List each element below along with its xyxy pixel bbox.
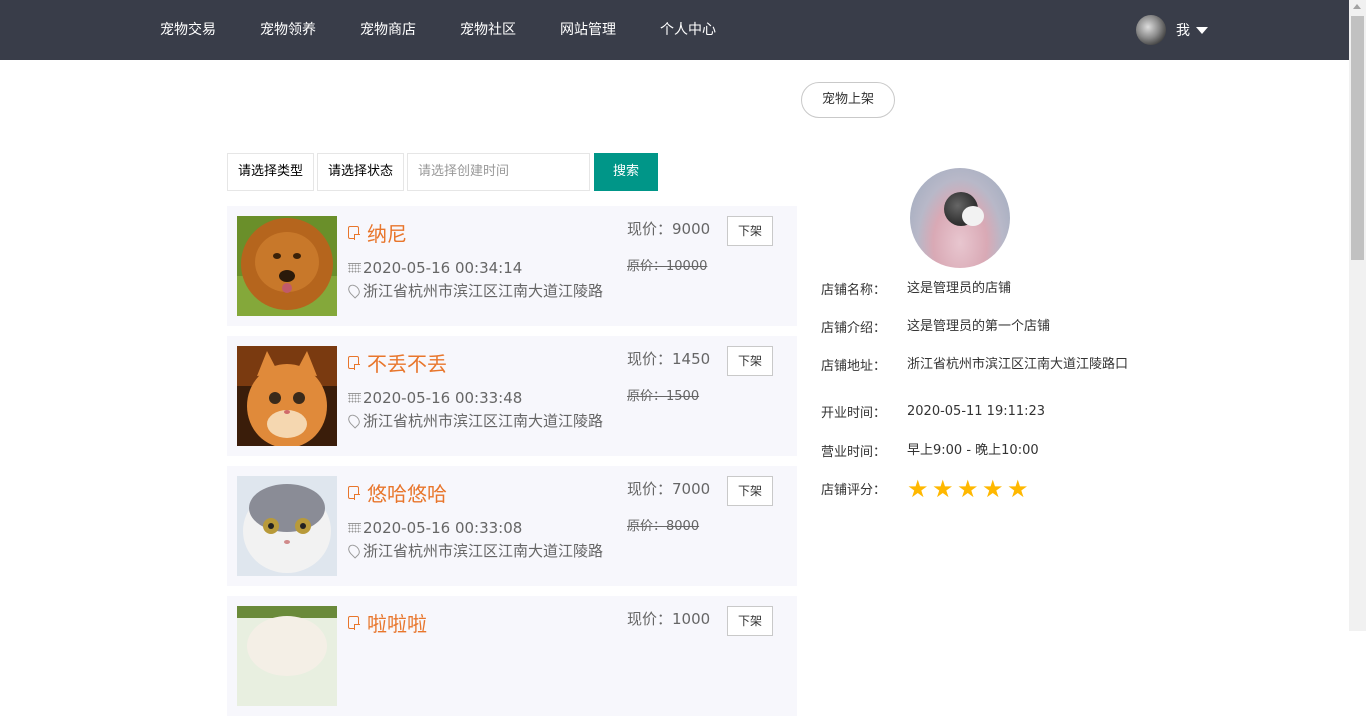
delist-button[interactable]: 下架 — [727, 346, 773, 376]
calendar-icon — [348, 263, 361, 273]
star-icon[interactable]: ★ — [957, 477, 981, 501]
pet-name[interactable]: 啦啦啦 — [348, 608, 427, 637]
type-select[interactable]: 请选择类型 — [227, 153, 315, 191]
user-menu[interactable]: 我 — [1136, 15, 1208, 45]
star-icon[interactable]: ★ — [982, 477, 1006, 501]
pet-address: 浙江省杭州市滨江区江南大道江陵路 — [348, 540, 618, 561]
scroll-up-arrow-icon[interactable] — [1353, 4, 1361, 9]
pet-address: 浙江省杭州市滨江区江南大道江陵路 — [348, 280, 618, 301]
delist-button[interactable]: 下架 — [727, 216, 773, 246]
avatar — [1136, 15, 1166, 45]
pet-card[interactable]: 不丢不丢 2020-05-16 00:33:48 浙江省杭州市滨江区江南大道江陵… — [227, 336, 797, 456]
pet-photo-orange-kitten[interactable] — [237, 346, 337, 446]
rating-stars[interactable]: ★ ★ ★ ★ ★ — [907, 477, 1032, 501]
pet-photo-scottish-fold-cat[interactable] — [237, 476, 337, 576]
scrollbar[interactable] — [1349, 0, 1366, 631]
star-icon[interactable]: ★ — [907, 477, 931, 501]
original-price: 原价：1500 — [627, 389, 700, 404]
shop-rating-row: 店铺评分： ★ ★ ★ ★ ★ — [821, 477, 1032, 501]
date-input[interactable]: 请选择创建时间 — [407, 153, 591, 191]
note-icon — [348, 486, 360, 500]
calendar-icon — [348, 393, 361, 403]
shop-hours: 早上9:00 - 晚上10:00 — [907, 443, 1039, 458]
star-icon[interactable]: ★ — [932, 477, 956, 501]
shop-address: 浙江省杭州市滨江区江南大道江陵路口 — [907, 357, 1129, 372]
nav-pet-community[interactable]: 宠物社区 — [438, 0, 538, 60]
main-nav: 宠物交易 宠物领养 宠物商店 宠物社区 网站管理 个人中心 — [138, 0, 738, 60]
caret-down-icon — [1196, 26, 1208, 34]
status-select[interactable]: 请选择状态 — [317, 153, 405, 191]
current-price: 现价：9000 — [627, 220, 711, 238]
delist-button[interactable]: 下架 — [727, 606, 773, 636]
user-label: 我 — [1176, 23, 1190, 39]
shop-hours-label: 营业时间： — [821, 445, 887, 460]
shop-rating-label: 店铺评分： — [821, 483, 887, 498]
pet-name[interactable]: 纳尼 — [348, 218, 407, 247]
nav-pet-trade[interactable]: 宠物交易 — [138, 0, 238, 60]
shop-opened: 2020-05-11 19:11:23 — [907, 404, 1046, 419]
note-icon — [348, 616, 360, 630]
note-icon — [348, 226, 360, 240]
shop-hours-row: 营业时间： 早上9:00 - 晚上10:00 — [821, 441, 1129, 460]
pet-card[interactable]: 纳尼 2020-05-16 00:34:14 浙江省杭州市滨江区江南大道江陵路 … — [227, 206, 797, 326]
filter-bar: 请选择类型 请选择状态 请选择创建时间 搜索 — [227, 153, 659, 191]
star-icon[interactable]: ★ — [1007, 477, 1031, 501]
pet-card[interactable]: 啦啦啦 现价：1000 下架 — [227, 596, 797, 716]
note-icon — [348, 356, 360, 370]
location-pin-icon — [348, 412, 363, 429]
pet-name[interactable]: 悠哈悠哈 — [348, 478, 447, 507]
shop-name: 这是管理员的店铺 — [907, 281, 1012, 296]
current-price: 现价：1000 — [627, 610, 711, 628]
delist-button[interactable]: 下架 — [727, 476, 773, 506]
shop-name-label: 店铺名称： — [821, 283, 887, 298]
pet-card[interactable]: 悠哈悠哈 2020-05-16 00:33:08 浙江省杭州市滨江区江南大道江陵… — [227, 466, 797, 586]
shop-opened-row: 开业时间： 2020-05-11 19:11:23 — [821, 402, 1129, 421]
shop-intro: 这是管理员的第一个店铺 — [907, 319, 1051, 334]
search-button[interactable]: 搜索 — [594, 153, 659, 191]
pet-created-date: 2020-05-16 00:33:08 — [348, 519, 522, 537]
original-price: 原价：8000 — [627, 519, 700, 534]
shop-name-row: 店铺名称： 这是管理员的店铺 — [821, 279, 1129, 298]
shop-address-label: 店铺地址： — [821, 359, 887, 374]
top-nav-bar: 宠物交易 宠物领养 宠物商店 宠物社区 网站管理 个人中心 我 — [0, 0, 1349, 60]
shop-opened-label: 开业时间： — [821, 406, 887, 421]
nav-personal-center[interactable]: 个人中心 — [638, 0, 738, 60]
shop-address-row: 店铺地址： 浙江省杭州市滨江区江南大道江陵路口 — [821, 355, 1129, 374]
location-pin-icon — [348, 542, 363, 559]
original-price: 原价：10000 — [627, 259, 708, 274]
shop-intro-label: 店铺介绍： — [821, 321, 887, 336]
pet-name[interactable]: 不丢不丢 — [348, 348, 447, 377]
shop-intro-row: 店铺介绍： 这是管理员的第一个店铺 — [821, 317, 1129, 336]
pet-photo-partial[interactable] — [237, 606, 337, 706]
pet-created-date: 2020-05-16 00:34:14 — [348, 259, 522, 277]
nav-pet-store[interactable]: 宠物商店 — [338, 0, 438, 60]
location-pin-icon — [348, 282, 363, 299]
pet-address: 浙江省杭州市滨江区江南大道江陵路 — [348, 410, 618, 431]
current-price: 现价：1450 — [627, 350, 711, 368]
pet-photo-tibetan-mastiff[interactable] — [237, 216, 337, 316]
scrollbar-thumb[interactable] — [1351, 16, 1364, 260]
list-pet-button[interactable]: 宠物上架 — [801, 82, 895, 118]
pet-created-date: 2020-05-16 00:33:48 — [348, 389, 522, 407]
calendar-icon — [348, 523, 361, 533]
nav-site-admin[interactable]: 网站管理 — [538, 0, 638, 60]
current-price: 现价：7000 — [627, 480, 711, 498]
nav-pet-adopt[interactable]: 宠物领养 — [238, 0, 338, 60]
shop-avatar — [910, 168, 1010, 268]
